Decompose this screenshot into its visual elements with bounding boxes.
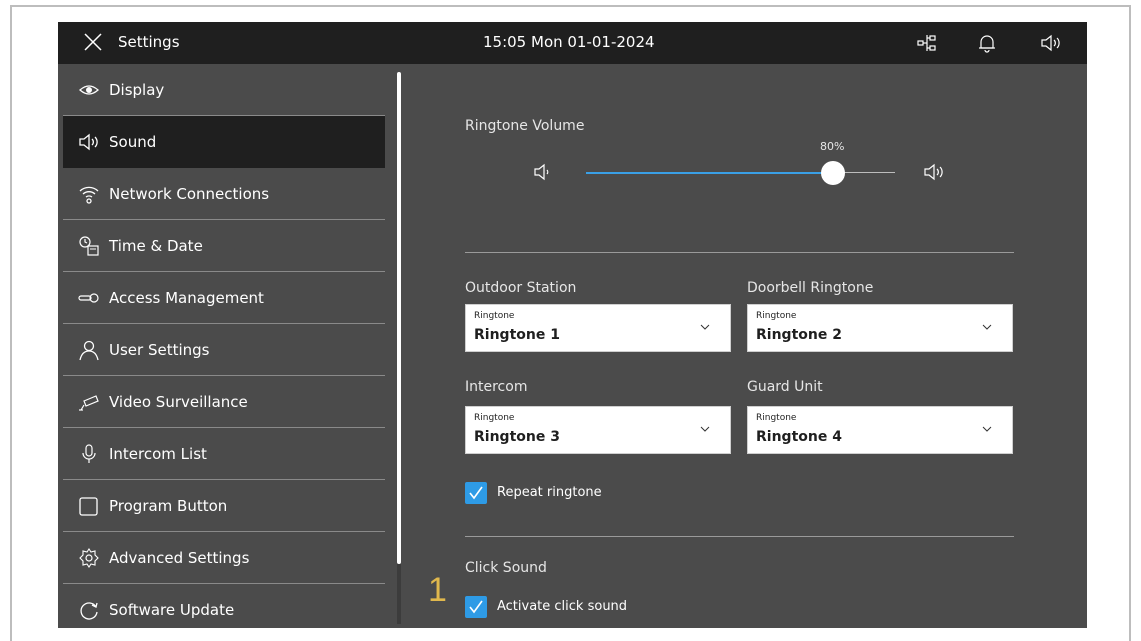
camera-icon: [79, 394, 99, 411]
sidebar-item-intercom-list[interactable]: Intercom List: [63, 428, 385, 480]
sidebar-item-video-surveillance[interactable]: Video Surveillance: [63, 376, 385, 428]
sound-settings-panel: Ringtone Volume 80% Outdoor Station Ring…: [403, 64, 1087, 628]
sidebar-item-label: Intercom List: [109, 444, 207, 463]
doorbell-ringtone-label: Doorbell Ringtone: [747, 280, 874, 296]
sidebar-item-label: User Settings: [109, 340, 210, 359]
close-icon[interactable]: [83, 32, 103, 52]
dropdown-caption: Ringtone: [756, 311, 797, 321]
sidebar-item-label: Software Update: [109, 601, 235, 619]
sidebar-item-label: Sound: [109, 132, 157, 151]
wifi-icon: [79, 186, 99, 204]
dropdown-value: Ringtone 1: [474, 327, 560, 343]
volume-low-icon[interactable]: [532, 162, 554, 182]
refresh-icon: [80, 602, 98, 620]
dropdown-value: Ringtone 2: [756, 327, 842, 343]
key-icon: [78, 292, 99, 303]
volume-slider-knob[interactable]: [821, 161, 846, 185]
speaker-icon[interactable]: [1040, 33, 1062, 53]
sidebar-item-label: Access Management: [109, 288, 264, 307]
sidebar-item-label: Advanced Settings: [109, 548, 250, 567]
sidebar-item-advanced-settings[interactable]: Advanced Settings: [63, 532, 385, 584]
sidebar-item-label: Video Surveillance: [109, 392, 248, 411]
datetime-display: 15:05 Mon 01-01-2024: [483, 33, 655, 51]
sidebar-item-label: Display: [109, 80, 165, 99]
outdoor-station-dropdown[interactable]: Ringtone Ringtone 1: [465, 304, 731, 352]
outdoor-station-label: Outdoor Station: [465, 280, 577, 296]
settings-sidebar: Display Sound Network Connections Time &…: [58, 64, 386, 628]
volume-slider-filled[interactable]: [586, 172, 834, 174]
section-divider: [465, 252, 1014, 253]
square-icon: [79, 496, 98, 516]
activate-click-sound-label: Activate click sound: [497, 599, 628, 614]
chevron-down-icon: [982, 324, 992, 330]
page-title: Settings: [118, 33, 180, 51]
chevron-down-icon: [700, 426, 710, 432]
gear-icon: [79, 547, 99, 568]
repeat-ringtone-checkbox[interactable]: [465, 482, 487, 504]
ringtone-volume-value: 80%: [820, 140, 845, 153]
ringtone-volume-label: Ringtone Volume: [465, 118, 585, 134]
sidebar-item-network-connections[interactable]: Network Connections: [63, 168, 385, 220]
dropdown-caption: Ringtone: [474, 413, 515, 423]
callout-number: 1: [428, 571, 447, 609]
doorbell-ringtone-dropdown[interactable]: Ringtone Ringtone 2: [747, 304, 1013, 352]
repeat-ringtone-label: Repeat ringtone: [497, 485, 602, 500]
sidebar-item-label: Program Button: [109, 496, 228, 515]
intercom-label: Intercom: [465, 379, 528, 395]
device-screen: Settings 15:05 Mon 01-01-2024 Display So…: [58, 22, 1087, 628]
guard-unit-dropdown[interactable]: Ringtone Ringtone 4: [747, 406, 1013, 454]
eye-icon: [79, 84, 99, 95]
sidebar-scroll-track: [397, 564, 401, 624]
chevron-down-icon: [700, 324, 710, 330]
speaker-icon: [79, 133, 98, 150]
bell-icon[interactable]: [976, 33, 998, 53]
dropdown-caption: Ringtone: [474, 311, 515, 321]
volume-high-icon[interactable]: [922, 162, 946, 182]
clock-calendar-icon: [79, 235, 99, 256]
sidebar-item-label: Time & Date: [109, 236, 203, 255]
checkmark-icon: [469, 486, 483, 500]
activate-click-sound-checkbox[interactable]: [465, 596, 487, 618]
sidebar-item-program-button[interactable]: Program Button: [63, 480, 385, 532]
sidebar-item-user-settings[interactable]: User Settings: [63, 324, 385, 376]
sidebar-scrollbar[interactable]: [397, 72, 401, 564]
network-topology-icon[interactable]: [916, 33, 938, 53]
sidebar-item-label: Network Connections: [109, 184, 270, 203]
sidebar-item-display[interactable]: Display: [63, 64, 385, 116]
sidebar-item-access-management[interactable]: Access Management: [63, 272, 385, 324]
intercom-dropdown[interactable]: Ringtone Ringtone 3: [465, 406, 731, 454]
top-bar: Settings 15:05 Mon 01-01-2024: [58, 22, 1087, 64]
dropdown-caption: Ringtone: [756, 413, 797, 423]
sidebar-item-software-update[interactable]: Software Update: [63, 584, 385, 628]
section-divider: [465, 536, 1014, 537]
checkmark-icon: [469, 600, 483, 614]
dropdown-value: Ringtone 3: [474, 429, 560, 445]
sidebar-item-sound[interactable]: Sound: [63, 116, 385, 168]
user-icon: [79, 340, 99, 360]
dropdown-value: Ringtone 4: [756, 429, 842, 445]
microphone-icon: [82, 443, 96, 463]
sidebar-item-time-date[interactable]: Time & Date: [63, 220, 385, 272]
click-sound-label: Click Sound: [465, 560, 547, 576]
chevron-down-icon: [982, 426, 992, 432]
guard-unit-label: Guard Unit: [747, 379, 823, 395]
